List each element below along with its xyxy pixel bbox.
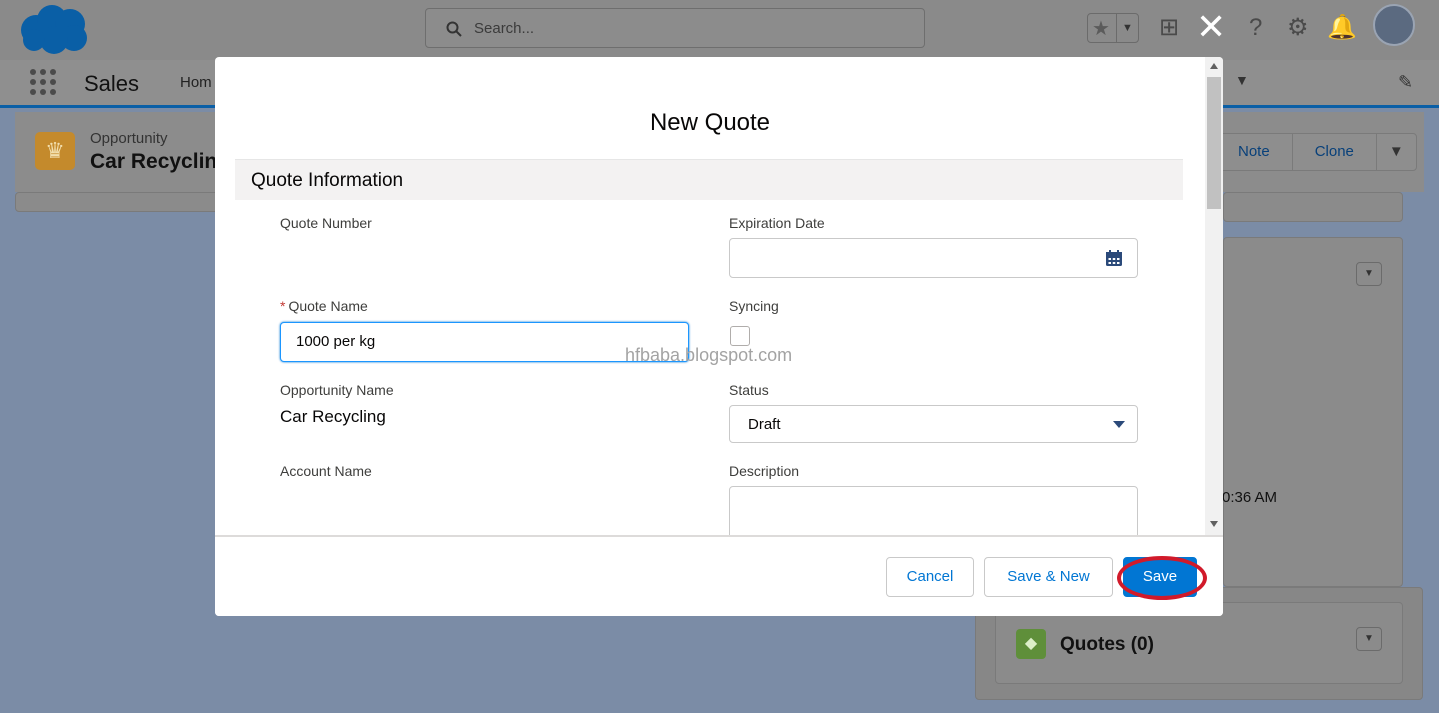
background-card-top-right <box>1223 192 1403 222</box>
cancel-button[interactable]: Cancel <box>886 557 974 597</box>
modal-body: New Quote Quote Information Quote Number… <box>215 57 1205 535</box>
card-menu-chevron-icon[interactable]: ▼ <box>1356 262 1382 286</box>
expiration-date-label: Expiration Date <box>729 215 825 231</box>
watermark-text: hfbaba.blogspot.com <box>625 345 793 365</box>
global-header: Search... ★ ▼ ⊞ ? ⚙ 🔔 ✕ <box>0 0 1439 60</box>
global-search-input[interactable]: Search... <box>425 8 925 48</box>
scroll-thumb[interactable] <box>1207 77 1221 209</box>
quote-name-value: 1000 per kg <box>296 333 376 350</box>
account-name-label: Account Name <box>280 463 372 479</box>
star-icon: ★ <box>1092 18 1110 40</box>
syncing-label: Syncing <box>729 298 779 314</box>
opportunity-crown-icon: ♛ <box>35 132 75 170</box>
section-title: Quote Information <box>251 170 404 191</box>
modal-footer: Cancel Save & New Save <box>215 535 1223 616</box>
record-action-buttons: Note Clone ▼ <box>1215 133 1417 171</box>
status-label: Status <box>729 382 769 398</box>
edit-nav-pencil-icon[interactable]: ✎ <box>1398 72 1413 93</box>
chevron-down-icon[interactable]: ▼ <box>1116 14 1138 42</box>
nav-more-chevron-icon[interactable]: ▼ <box>1235 72 1249 88</box>
syncing-checkbox[interactable] <box>730 326 750 346</box>
new-note-button[interactable]: Note <box>1216 134 1293 170</box>
save-and-new-button[interactable]: Save & New <box>984 557 1113 597</box>
chevron-down-icon <box>1113 421 1125 428</box>
search-icon <box>446 21 462 37</box>
more-actions-chevron-icon[interactable]: ▼ <box>1377 134 1416 170</box>
salesforce-logo-icon[interactable] <box>18 4 92 54</box>
quotes-card-menu-chevron-icon[interactable]: ▼ <box>1356 627 1382 651</box>
expiration-date-input[interactable] <box>729 238 1138 278</box>
favorites-button[interactable]: ★ ▼ <box>1087 13 1139 43</box>
modal-scrollbar[interactable] <box>1205 57 1223 535</box>
background-card-left <box>15 192 233 212</box>
record-name: Car Recyclin <box>90 150 218 173</box>
nav-item-home[interactable]: Hom <box>180 74 212 91</box>
modal-title: New Quote <box>649 109 771 136</box>
status-select[interactable]: Draft <box>729 405 1138 443</box>
scroll-up-arrow-icon[interactable] <box>1210 63 1218 69</box>
new-quote-modal: New Quote Quote Information Quote Number… <box>215 57 1223 616</box>
description-label: Description <box>729 463 800 479</box>
app-name: Sales <box>84 71 140 96</box>
quote-number-label: Quote Number <box>280 215 372 231</box>
quote-name-label: * Quote Name <box>280 298 368 314</box>
bell-icon[interactable]: 🔔 <box>1327 14 1357 42</box>
calendar-icon[interactable] <box>1105 250 1123 267</box>
description-textarea[interactable] <box>729 486 1138 535</box>
save-highlight-annotation <box>1117 556 1207 600</box>
avatar[interactable] <box>1373 4 1415 46</box>
quotes-card-title[interactable]: Quotes (0) <box>1060 634 1154 656</box>
scroll-down-arrow-icon[interactable] <box>1210 521 1218 527</box>
close-modal-icon[interactable]: ✕ <box>1196 8 1226 46</box>
background-timestamp: 0:36 AM <box>1222 489 1278 506</box>
app-launcher-icon[interactable] <box>30 69 56 95</box>
opportunity-name-label: Opportunity Name <box>280 382 394 398</box>
gear-icon[interactable]: ⚙ <box>1287 14 1309 42</box>
background-activity-card: ▼ <box>1223 237 1403 587</box>
help-icon[interactable]: ? <box>1249 14 1262 42</box>
required-indicator: * <box>280 298 286 314</box>
search-placeholder: Search... <box>474 20 535 37</box>
status-value: Draft <box>748 416 781 433</box>
quotes-tag-icon: ◆ <box>1016 629 1046 659</box>
clone-button[interactable]: Clone <box>1293 134 1377 170</box>
record-type-label: Opportunity <box>90 130 168 147</box>
opportunity-name-value: Car Recycling <box>280 407 386 426</box>
global-actions-plus-icon[interactable]: ⊞ <box>1159 14 1179 42</box>
section-header[interactable]: Quote Information <box>235 159 1183 200</box>
